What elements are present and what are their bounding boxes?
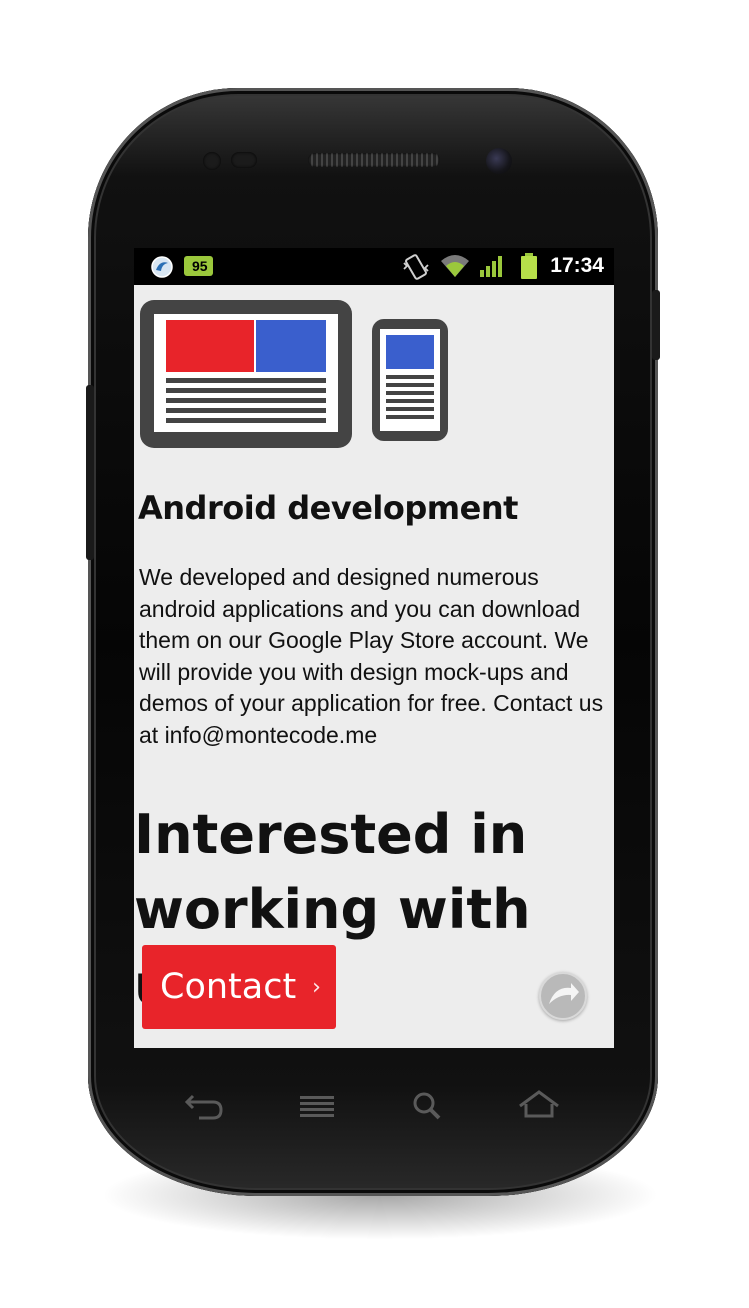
search-key-icon[interactable] xyxy=(404,1086,454,1126)
chevron-right-icon: › xyxy=(312,974,321,1000)
tablet-layout-icon xyxy=(140,300,352,448)
phone-layout-icon xyxy=(372,319,448,441)
scroll-up-button[interactable] xyxy=(539,972,587,1020)
description-text: We developed and designed numerous andro… xyxy=(139,564,604,748)
volume-button xyxy=(652,290,660,360)
notification-count-badge: 95 xyxy=(184,256,213,276)
phone-screen: 95 17:34 Android development We develope… xyxy=(134,248,614,1048)
page-title: Android development xyxy=(138,489,518,527)
app-notification-icon xyxy=(151,256,173,278)
proximity-sensor xyxy=(203,152,221,170)
status-bar: 95 17:34 xyxy=(134,248,614,285)
hardware-nav-keys xyxy=(134,1080,614,1130)
contact-button[interactable]: Contact › xyxy=(142,945,336,1029)
back-key-icon[interactable] xyxy=(179,1086,229,1126)
scroll-up-icon xyxy=(549,983,579,1004)
battery-icon xyxy=(521,253,537,279)
power-button xyxy=(86,385,94,560)
home-key-icon[interactable] xyxy=(514,1086,564,1126)
vibrate-icon xyxy=(403,254,429,280)
earpiece-speaker xyxy=(308,153,440,167)
signal-icon xyxy=(480,256,502,277)
menu-key-icon[interactable] xyxy=(294,1086,344,1126)
light-sensor xyxy=(231,152,257,168)
contact-button-label: Contact xyxy=(160,967,297,1007)
status-time: 17:34 xyxy=(550,254,604,277)
front-camera xyxy=(486,148,512,174)
wifi-icon xyxy=(441,255,469,277)
page-content: Android development We developed and des… xyxy=(134,285,614,1048)
